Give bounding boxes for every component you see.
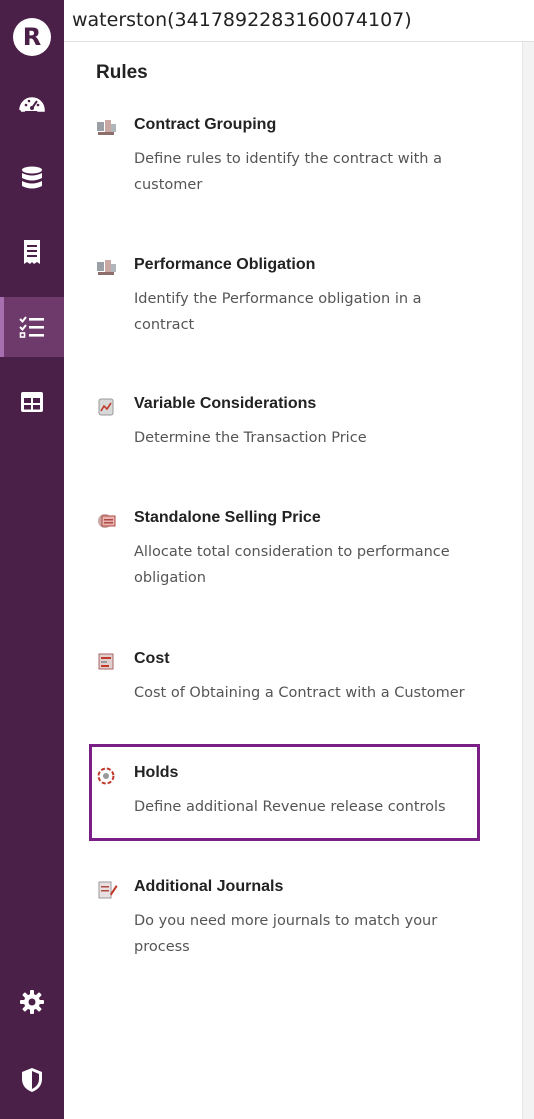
rule-description: Determine the Transaction Price (134, 430, 367, 446)
rule-additional-journals[interactable]: Additional Journals Do you need more jou… (96, 878, 486, 958)
sidebar-item-dashboard[interactable] (0, 74, 64, 134)
sidebar-item-settings[interactable] (0, 972, 64, 1032)
selling-price-icon (98, 514, 116, 528)
rule-title: Cost (134, 650, 170, 667)
search-input[interactable] (64, 2, 524, 38)
database-icon (22, 166, 42, 189)
rule-title: Contract Grouping (134, 116, 277, 133)
rule-title: Standalone Selling Price (134, 509, 321, 526)
rule-title: Performance Obligation (134, 256, 316, 273)
rule-description: Identify the Performance obligation in a… (134, 291, 422, 333)
contract-grouping-icon (97, 120, 116, 135)
rule-variable-considerations[interactable]: Variable Considerations Determine the Tr… (96, 395, 486, 451)
rule-description: Define rules to identify the contract wi… (134, 151, 442, 193)
logo-letter: R (22, 23, 42, 51)
sidebar-item-rules[interactable] (0, 297, 64, 357)
sidebar-item-data[interactable] (0, 148, 64, 208)
sidebar-item-tables[interactable] (0, 372, 64, 432)
page-title: Rules (96, 62, 148, 83)
app-logo[interactable]: R (13, 18, 51, 56)
rule-description: Allocate total consideration to performa… (134, 544, 450, 586)
cost-icon (98, 653, 114, 670)
rule-title: Variable Considerations (134, 395, 317, 412)
search-bar (64, 0, 534, 42)
rule-holds[interactable]: Holds Define additional Revenue release … (96, 764, 486, 820)
gear-icon (20, 990, 44, 1014)
sidebar: R (0, 0, 64, 1119)
performance-obligation-icon (97, 260, 116, 275)
variable-considerations-icon (98, 398, 114, 416)
table-grid-icon (21, 392, 43, 412)
sidebar-item-reports[interactable] (0, 222, 64, 282)
dashboard-gauge-icon (19, 97, 45, 112)
rule-description: Cost of Obtaining a Contract with a Cust… (134, 685, 465, 701)
receipt-icon (24, 240, 40, 264)
shield-icon (22, 1068, 42, 1092)
rule-description: Define additional Revenue release contro… (134, 799, 446, 815)
scroll-track[interactable] (522, 42, 534, 1119)
rule-title: Additional Journals (134, 878, 284, 895)
holds-icon (97, 767, 115, 785)
rule-description: Do you need more journals to match your … (134, 913, 438, 955)
rule-performance-obligation[interactable]: Performance Obligation Identify the Perf… (96, 256, 486, 336)
checklist-icon (19, 316, 44, 338)
rule-cost[interactable]: Cost Cost of Obtaining a Contract with a… (96, 650, 486, 706)
sidebar-item-security[interactable] (0, 1050, 64, 1110)
rule-contract-grouping[interactable]: Contract Grouping Define rules to identi… (96, 116, 486, 196)
journals-icon (98, 881, 118, 899)
rule-title: Holds (134, 764, 179, 781)
rule-standalone-selling-price[interactable]: Standalone Selling Price Allocate total … (96, 509, 486, 589)
